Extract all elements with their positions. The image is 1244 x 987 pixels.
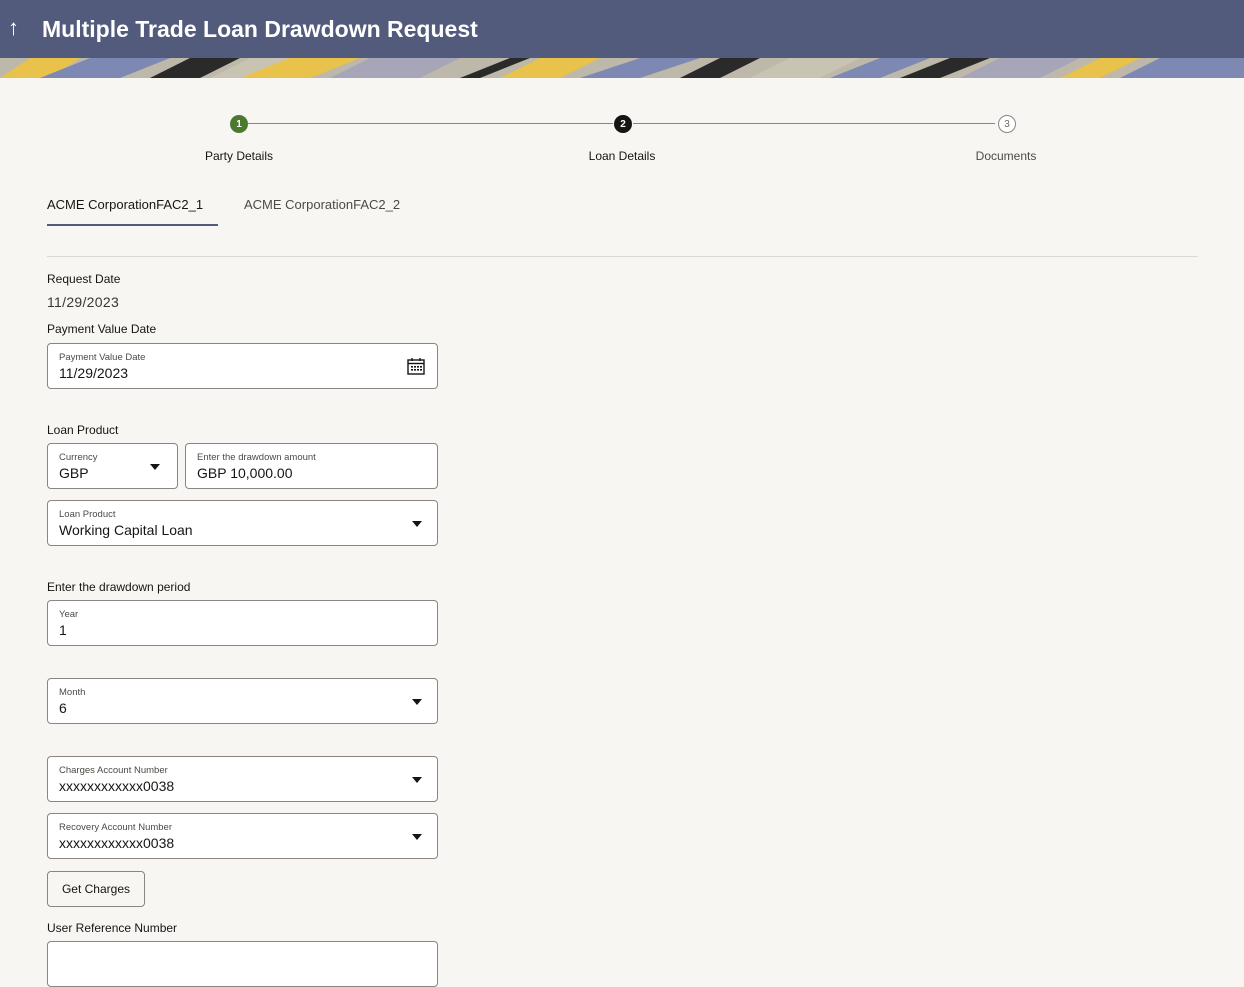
step-3-label: Documents <box>975 149 1037 163</box>
step-connector <box>248 123 613 124</box>
chevron-down-icon <box>412 699 422 705</box>
field-value: xxxxxxxxxxxx0038 <box>59 835 175 851</box>
charges-account-select[interactable]: Charges Account Number xxxxxxxxxxxx0038 <box>47 756 438 802</box>
year-input[interactable]: Year 1 <box>47 600 438 646</box>
tab-acme-fac2-1[interactable]: ACME CorporationFAC2_1 <box>47 197 203 212</box>
field-value: Working Capital Loan <box>59 522 193 538</box>
request-date-value: 11/29/2023 <box>47 294 120 310</box>
field-value: GBP <box>59 465 89 481</box>
field-label: Enter the drawdown amount <box>197 452 316 463</box>
field-label: Month <box>59 687 86 698</box>
field-label: Recovery Account Number <box>59 822 172 833</box>
active-tab-indicator <box>47 224 218 226</box>
currency-select[interactable]: Currency GBP <box>47 443 178 489</box>
user-reference-input[interactable] <box>47 941 438 987</box>
step-2-indicator: 2 <box>614 115 632 133</box>
chevron-down-icon <box>150 464 160 470</box>
field-value: 6 <box>59 700 67 716</box>
step-connector <box>633 123 995 124</box>
chevron-down-icon <box>412 834 422 840</box>
field-value: 1 <box>59 622 67 638</box>
header-pattern-banner <box>0 58 1244 78</box>
step-2-label: Loan Details <box>588 149 656 163</box>
field-value: 11/29/2023 <box>59 365 129 381</box>
chevron-down-icon <box>412 521 422 527</box>
step-1-indicator: 1 <box>230 115 248 133</box>
user-reference-label: User Reference Number <box>47 921 178 935</box>
step-3-indicator: 3 <box>998 115 1016 133</box>
payment-value-date-field[interactable]: Payment Value Date 11/29/2023 <box>47 343 438 389</box>
field-label: Charges Account Number <box>59 765 168 776</box>
tab-acme-fac2-2[interactable]: ACME CorporationFAC2_2 <box>244 197 400 212</box>
drawdown-amount-input[interactable]: Enter the drawdown amount GBP 10,000.00 <box>185 443 438 489</box>
field-label: Currency <box>59 452 98 463</box>
step-1-label: Party Details <box>204 149 274 163</box>
get-charges-button[interactable]: Get Charges <box>47 871 145 907</box>
loan-product-section-label: Loan Product <box>47 423 119 437</box>
field-label: Payment Value Date <box>59 352 146 363</box>
field-value: GBP 10,000.00 <box>197 465 293 481</box>
loan-product-select[interactable]: Loan Product Working Capital Loan <box>47 500 438 546</box>
progress-stepper: 1 2 3 Party Details Loan Details Documen… <box>0 112 1244 172</box>
back-arrow-icon[interactable]: ↑ <box>8 14 19 42</box>
payment-value-date-section-label: Payment Value Date <box>47 322 157 336</box>
divider <box>47 256 1198 257</box>
field-value: xxxxxxxxxxxx0038 <box>59 778 175 794</box>
page-title: Multiple Trade Loan Drawdown Request <box>42 16 478 42</box>
field-label: Loan Product <box>59 509 116 520</box>
recovery-account-select[interactable]: Recovery Account Number xxxxxxxxxxxx0038 <box>47 813 438 859</box>
chevron-down-icon <box>412 777 422 783</box>
request-date-label: Request Date <box>47 272 121 286</box>
page-header: ↑ Multiple Trade Loan Drawdown Request <box>0 0 1244 58</box>
field-label: Year <box>59 609 79 620</box>
month-select[interactable]: Month 6 <box>47 678 438 724</box>
calendar-icon[interactable] <box>406 356 426 376</box>
drawdown-period-section-label: Enter the drawdown period <box>47 580 191 594</box>
